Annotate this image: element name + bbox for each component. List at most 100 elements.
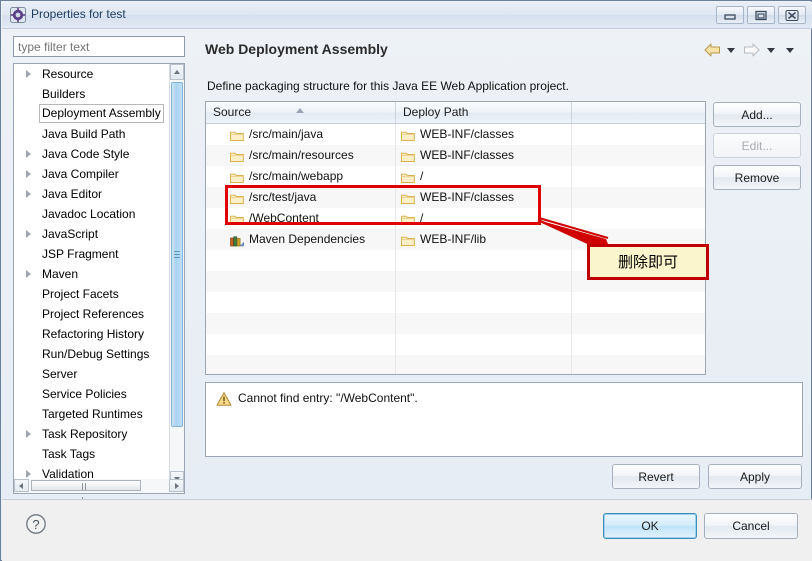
folder-icon	[230, 191, 244, 205]
window-title: Properties for test	[31, 7, 126, 21]
expand-chevron-right-icon[interactable]	[26, 70, 31, 78]
sidebar-item-builders[interactable]: Builders	[14, 84, 184, 104]
tree-scroll-thumb[interactable]	[171, 82, 183, 427]
cell-source-label: /src/main/webapp	[249, 169, 344, 183]
cell-source	[206, 313, 396, 334]
sidebar-item-label: Targeted Runtimes	[42, 407, 143, 421]
cell-source: /src/main/resources	[206, 145, 396, 166]
scroll-left-icon[interactable]	[14, 479, 29, 492]
table-row[interactable]: /WebContent /	[206, 208, 705, 229]
back-arrow-icon[interactable]	[704, 43, 721, 60]
column-header-source[interactable]: Source	[206, 102, 396, 123]
library-icon	[230, 233, 244, 247]
help-icon[interactable]: ?	[25, 513, 47, 535]
expand-chevron-right-icon[interactable]	[26, 190, 31, 198]
folder-icon	[230, 170, 244, 184]
cell-extra	[572, 313, 705, 334]
sidebar-item-server[interactable]: Server	[14, 364, 184, 384]
cell-deploy-path: /	[396, 208, 572, 229]
tree-horizontal-scrollbar[interactable]	[13, 479, 185, 504]
expand-chevron-right-icon[interactable]	[26, 170, 31, 178]
cell-deploy-path: /	[396, 166, 572, 187]
back-dropdown-chevron-down-icon[interactable]	[726, 48, 735, 53]
cell-source	[206, 292, 396, 313]
folder-icon	[230, 128, 244, 142]
column-header-deploy-path[interactable]: Deploy Path	[396, 102, 572, 123]
sidebar-item-label: Javadoc Location	[42, 207, 136, 221]
sidebar-item-javascript[interactable]: JavaScript	[14, 224, 184, 244]
close-icon[interactable]	[778, 6, 806, 24]
sidebar-item-javadoc-location[interactable]: Javadoc Location	[14, 204, 184, 224]
sidebar-item-maven[interactable]: Maven	[14, 264, 184, 284]
menu-chevron-down-icon[interactable]	[786, 48, 794, 53]
sidebar-item-label: Project Facets	[42, 287, 119, 301]
sidebar-item-label: Builders	[42, 87, 86, 101]
table-row-empty	[206, 355, 705, 374]
folder-icon	[230, 149, 244, 163]
cell-deploy-path	[396, 250, 572, 271]
forward-dropdown-chevron-down-icon[interactable]	[766, 48, 775, 53]
tree-vertical-scrollbar[interactable]	[169, 64, 184, 487]
sidebar-item-resource[interactable]: Resource	[14, 64, 184, 84]
add-button[interactable]: Add...	[713, 102, 801, 127]
forward-arrow-icon	[743, 43, 760, 60]
table-row[interactable]: /src/test/java WEB-INF/classes	[206, 187, 705, 208]
minimize-icon[interactable]	[716, 6, 744, 24]
title-bar: Properties for test	[2, 2, 812, 29]
message-box: Cannot find entry: "/WebContent".	[205, 382, 803, 457]
expand-chevron-right-icon[interactable]	[26, 270, 31, 278]
cell-deploy-path: WEB-INF/lib	[396, 229, 572, 250]
ok-button[interactable]: OK	[603, 513, 697, 539]
cell-extra	[572, 292, 705, 313]
sidebar-item-label: Java Code Style	[42, 147, 130, 161]
column-header-source-label: Source	[213, 105, 252, 119]
tree-hscroll-thumb[interactable]	[31, 480, 141, 504]
expand-chevron-right-icon[interactable]	[26, 430, 31, 438]
cell-extra	[572, 208, 705, 229]
cell-deploy-path: WEB-INF/classes	[396, 145, 572, 166]
sidebar-item-label: Project References	[42, 307, 145, 321]
remove-button[interactable]: Remove	[713, 165, 801, 190]
sidebar-item-task-tags[interactable]: Task Tags	[14, 444, 184, 464]
sidebar-item-label: JavaScript	[42, 227, 99, 241]
table-row[interactable]: /src/main/java WEB-INF/classes	[206, 124, 705, 145]
properties-dialog: Properties for test Resource Builders Depl…	[0, 0, 812, 561]
folder-icon	[401, 191, 415, 205]
sidebar-item-label: Task Repository	[42, 427, 128, 441]
sidebar-item-service-policies[interactable]: Service Policies	[14, 384, 184, 404]
sidebar-item-java-editor[interactable]: Java Editor	[14, 184, 184, 204]
preferences-tree[interactable]: Resource Builders Deployment Assembly Java …	[13, 63, 185, 488]
expand-chevron-right-icon[interactable]	[26, 470, 31, 478]
cancel-button[interactable]: Cancel	[704, 513, 798, 539]
table-row[interactable]: /src/main/resources WEB-INF/classes	[206, 145, 705, 166]
sidebar-item-jsp-fragment[interactable]: JSP Fragment	[14, 244, 184, 264]
assembly-table[interactable]: Source Deploy Path /src/main/java WEB-INF…	[205, 101, 706, 375]
filter-input[interactable]	[13, 36, 185, 57]
column-header-extra[interactable]	[572, 102, 705, 123]
cell-deploy-path	[396, 292, 572, 313]
sidebar-item-task-repository[interactable]: Task Repository	[14, 424, 184, 444]
cell-deploy-path	[396, 313, 572, 334]
cell-deploy-path-label: WEB-INF/classes	[420, 190, 515, 204]
sidebar-item-refactoring-history[interactable]: Refactoring History	[14, 324, 184, 344]
revert-button[interactable]: Revert	[612, 464, 700, 489]
sidebar-item-run-debug-settings[interactable]: Run/Debug Settings	[14, 344, 184, 364]
expand-chevron-right-icon[interactable]	[26, 150, 31, 158]
sidebar-item-targeted-runtimes[interactable]: Targeted Runtimes	[14, 404, 184, 424]
sidebar-item-project-references[interactable]: Project References	[14, 304, 184, 324]
cell-extra	[572, 187, 705, 208]
scroll-right-icon[interactable]	[169, 479, 184, 492]
table-row[interactable]: /src/main/webapp /	[206, 166, 705, 187]
sidebar-item-java-compiler[interactable]: Java Compiler	[14, 164, 184, 184]
scroll-up-icon[interactable]	[170, 64, 184, 80]
sidebar-item-project-facets[interactable]: Project Facets	[14, 284, 184, 304]
sidebar-item-java-code-style[interactable]: Java Code Style	[14, 144, 184, 164]
sidebar-item-java-build-path[interactable]: Java Build Path	[14, 124, 184, 144]
cell-source: /src/test/java	[206, 187, 396, 208]
expand-chevron-right-icon[interactable]	[26, 230, 31, 238]
apply-button[interactable]: Apply	[708, 464, 802, 489]
sidebar-item-deployment-assembly[interactable]: Deployment Assembly	[14, 104, 184, 124]
maximize-icon[interactable]	[747, 6, 775, 24]
cell-extra	[572, 355, 705, 374]
table-header-row: Source Deploy Path	[206, 102, 705, 124]
